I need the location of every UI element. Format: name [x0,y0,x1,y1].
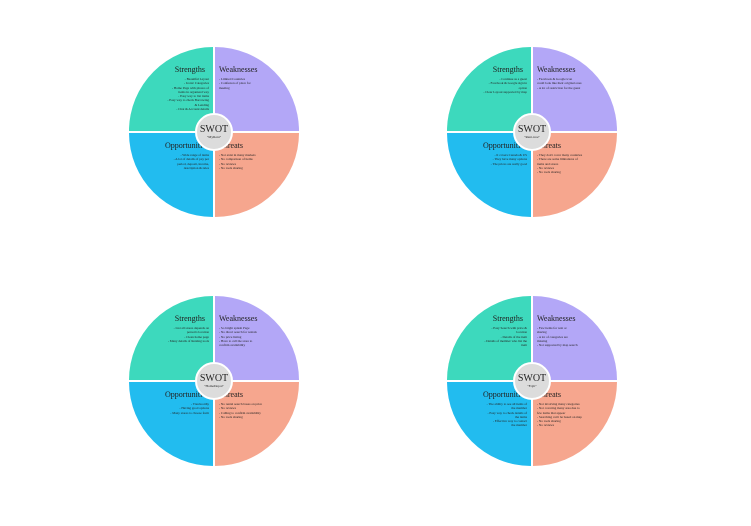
threats-list: - They don't cover many countries - There… [537,153,605,174]
swot-title: SWOT [517,373,547,384]
strengths-list: - Continue as a guest - Facebook & Google… [459,77,527,94]
threats-quadrant: Threats - Not exist in many markets - No … [215,133,299,217]
swot-center-badge: SWOT "Fojit" [513,362,551,400]
swot-app-name: "Fojit" [527,384,537,388]
strengths-list: - Beautiful Layout - Iconic Categories - H… [141,77,209,111]
weaknesses-heading: Weaknesses [219,314,258,323]
threats-list: - No rental search bases on price - No re… [219,402,287,419]
swot-title: SWOT [517,124,547,135]
strengths-item: - Chat & Account details [176,107,209,112]
opportunities-list: - It covers Canada & US - They have many … [459,153,527,166]
swot-diagram-1: Strengths - Beautiful Layout - Iconic Cat… [129,47,299,217]
weaknesses-item: - Not supported by map search [537,343,578,348]
strengths-item: - Many details of Renting tools [167,338,209,343]
swot-diagram-4: Strengths - Easy Search with price & loca… [447,296,617,466]
swot-title: SWOT [199,373,229,384]
opportunities-list: - Trustworthy - Having good options - Many… [141,402,209,415]
opportunities-item: description & rules [183,165,209,170]
swot-center-badge: SWOT "Rent-tree" [513,113,551,151]
strengths-item: - Clear Layout supported by map [483,89,527,94]
threats-quadrant: Threats - They don't cover many countrie… [533,133,617,217]
weaknesses-heading: Weaknesses [537,314,576,323]
opportunities-list: - The ability to see all items of the mem… [459,402,527,428]
strengths-list: - Easy Search with price & location - Deta… [459,326,527,347]
threats-item: - No reviews [537,423,555,428]
swot-center-badge: SWOT "MyRent" [195,113,233,151]
opportunities-item: - The prices are really good [490,161,527,166]
weaknesses-list: - So bright splash Page - No direct searc… [219,326,287,347]
strengths-heading: Strengths [174,65,205,74]
swot-title: SWOT [199,124,229,135]
threats-item: - No tools sharing [537,170,561,175]
opportunities-item: the member [511,423,527,428]
swot-diagram-3: Strengths - List all stores depends on pe… [129,296,299,466]
strengths-heading: Strengths [492,65,523,74]
threats-item: - No tools sharing [219,414,243,419]
threats-quadrant: Threats - No rental search bases on pric… [215,382,299,466]
swot-diagram-2: Strengths - Continue as a guest - Faceboo… [447,47,617,217]
opportunities-item: - Many stores to choose form [170,410,209,415]
weaknesses-item: meeting [219,85,230,90]
threats-list: - Not exist in many markets - No comparis… [219,153,287,170]
strengths-item: item [521,343,527,348]
swot-app-name: "HomeDepot" [204,384,224,388]
strengths-heading: Strengths [492,314,523,323]
weaknesses-list: - Facebook & Google icon could look like … [537,77,605,90]
threats-list: - Not involving many categories - Not cov… [537,402,605,428]
swot-center-badge: SWOT "HomeDepot" [195,362,233,400]
threats-quadrant: Threats - Not involving many categories -… [533,382,617,466]
weaknesses-item: confirm availability [219,343,246,348]
swot-app-name: "MyRent" [206,135,222,139]
weaknesses-item: - A lot of restriction for the guest [537,85,581,90]
weaknesses-list: - Few items for rent or sharing - A lot of… [537,326,605,347]
opportunities-list: - Wide range of items - A lot of details … [141,153,209,170]
weaknesses-list: - Limited Countries - Confusion of place … [219,77,287,90]
weaknesses-heading: Weaknesses [219,65,258,74]
threats-item: - No tools sharing [219,165,243,170]
strengths-heading: Strengths [174,314,205,323]
strengths-list: - List all stores depends on person's loc… [141,326,209,343]
weaknesses-heading: Weaknesses [537,65,576,74]
swot-app-name: "Rent-tree" [524,135,540,139]
